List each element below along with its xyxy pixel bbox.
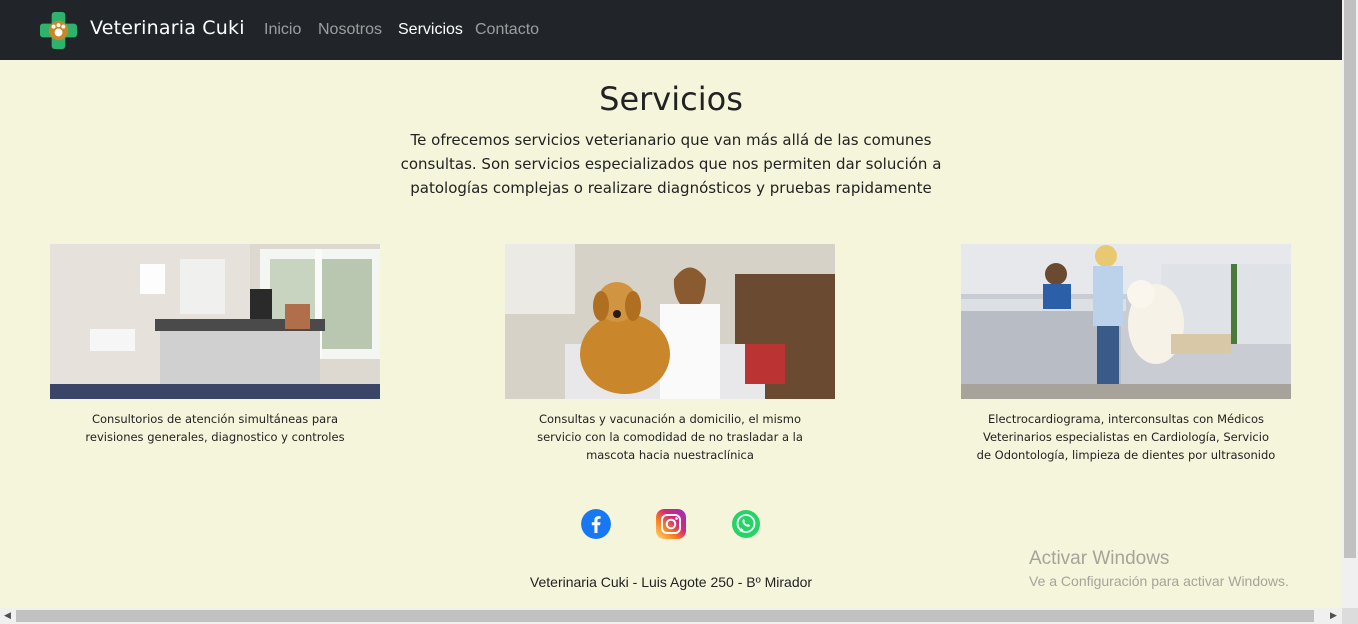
intro-text: Te ofrecemos servicios veterianario que … (400, 131, 942, 197)
vertical-scrollbar-thumb[interactable] (1344, 0, 1356, 558)
navbar: Veterinaria Cuki Inicio Nosotros Servici… (0, 0, 1342, 60)
brand-name[interactable]: Veterinaria Cuki (90, 17, 245, 39)
windows-activation-subtitle: Ve a Configuración para activar Windows. (1029, 573, 1289, 589)
scroll-right-arrow-icon[interactable]: ▶ (1330, 611, 1337, 621)
horizontal-scrollbar-thumb[interactable] (16, 610, 1314, 622)
nav-link-contacto[interactable]: Contacto (475, 21, 539, 39)
facebook-icon[interactable] (581, 509, 611, 539)
scrollbar-corner (1342, 608, 1358, 624)
vertical-scrollbar[interactable] (1342, 0, 1358, 608)
card-text-consultorios: Consultorios de atención simultáneas par… (85, 412, 345, 444)
card-text-domicilio: Consultas y vacunación a domicilio, el m… (537, 412, 803, 462)
paw-cross-logo-icon[interactable] (39, 11, 78, 50)
vet-with-dog-image (505, 244, 835, 399)
clinic-room-image (50, 244, 380, 399)
nav-link-nosotros[interactable]: Nosotros (318, 21, 382, 39)
windows-activation-title: Activar Windows (1029, 548, 1170, 569)
reception-with-dog-image (961, 244, 1291, 399)
scroll-left-arrow-icon[interactable]: ◀ (4, 611, 11, 621)
horizontal-scrollbar[interactable]: ◀ ▶ (0, 608, 1342, 624)
nav-link-servicios[interactable]: Servicios (398, 21, 463, 39)
whatsapp-icon[interactable] (731, 509, 761, 539)
page-title: Servicios (599, 80, 743, 118)
instagram-icon[interactable] (656, 509, 686, 539)
nav-link-inicio[interactable]: Inicio (264, 21, 301, 39)
card-text-electrocardiograma: Electrocardiograma, interconsultas con M… (976, 412, 1276, 462)
